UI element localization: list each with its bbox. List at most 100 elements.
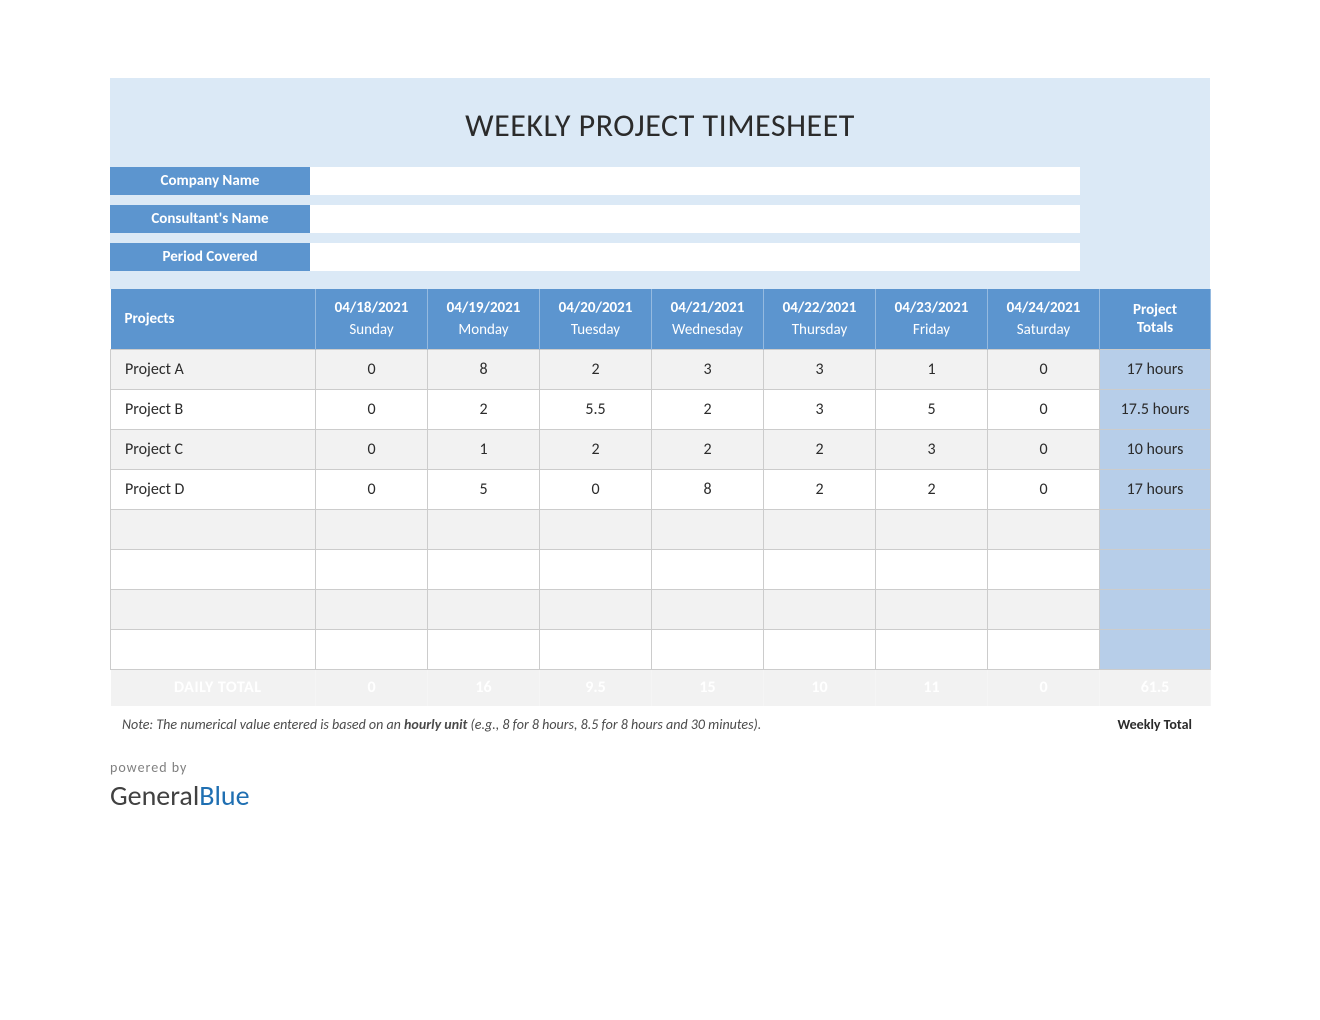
table-row bbox=[111, 550, 1211, 590]
hours-cell[interactable]: 1 bbox=[876, 350, 988, 390]
note-row: Note: The numerical value entered is bas… bbox=[110, 716, 1210, 733]
hours-cell[interactable]: 0 bbox=[988, 470, 1100, 510]
weekly-total-label: Weekly Total bbox=[1117, 716, 1210, 733]
hours-cell[interactable]: 2 bbox=[876, 470, 988, 510]
period-input[interactable] bbox=[310, 243, 1080, 271]
hours-cell[interactable] bbox=[764, 550, 876, 590]
table-row: Project A082331017 hours bbox=[111, 350, 1211, 390]
project-totals-header: Project Totals bbox=[1100, 289, 1211, 350]
hours-cell[interactable] bbox=[876, 590, 988, 630]
hours-cell[interactable]: 0 bbox=[316, 430, 428, 470]
hours-cell[interactable]: 3 bbox=[764, 390, 876, 430]
project-name-cell[interactable]: Project D bbox=[111, 470, 316, 510]
col-header: 04/24/2021Saturday bbox=[988, 289, 1100, 350]
hours-cell[interactable]: 2 bbox=[764, 430, 876, 470]
daily-total-cell: 0 bbox=[316, 670, 428, 706]
hours-cell[interactable] bbox=[988, 590, 1100, 630]
hours-cell[interactable] bbox=[316, 590, 428, 630]
col-header: 04/22/2021Thursday bbox=[764, 289, 876, 350]
row-total-cell bbox=[1100, 630, 1211, 670]
hours-cell[interactable] bbox=[540, 630, 652, 670]
hours-cell[interactable]: 2 bbox=[652, 390, 764, 430]
hours-cell[interactable] bbox=[876, 630, 988, 670]
period-label: Period Covered bbox=[110, 243, 310, 271]
hours-cell[interactable] bbox=[764, 630, 876, 670]
hours-cell[interactable] bbox=[540, 510, 652, 550]
hours-cell[interactable] bbox=[652, 590, 764, 630]
hours-cell[interactable]: 5 bbox=[428, 470, 540, 510]
hours-cell[interactable]: 2 bbox=[764, 470, 876, 510]
col-header: 04/18/2021Sunday bbox=[316, 289, 428, 350]
project-name-cell[interactable] bbox=[111, 590, 316, 630]
hours-cell[interactable] bbox=[540, 590, 652, 630]
hours-cell[interactable]: 0 bbox=[988, 390, 1100, 430]
hours-cell[interactable] bbox=[316, 550, 428, 590]
project-name-cell[interactable]: Project A bbox=[111, 350, 316, 390]
table-row: Project C012223010 hours bbox=[111, 430, 1211, 470]
hours-cell[interactable] bbox=[988, 630, 1100, 670]
hours-cell[interactable] bbox=[988, 550, 1100, 590]
hours-cell[interactable] bbox=[652, 630, 764, 670]
daily-total-cell: 9.5 bbox=[540, 670, 652, 706]
company-label: Company Name bbox=[110, 167, 310, 195]
hours-cell[interactable]: 0 bbox=[316, 350, 428, 390]
row-total-cell: 17 hours bbox=[1100, 350, 1211, 390]
hours-cell[interactable] bbox=[764, 590, 876, 630]
hours-cell[interactable]: 1 bbox=[428, 430, 540, 470]
hours-cell[interactable]: 3 bbox=[652, 350, 764, 390]
hours-cell[interactable] bbox=[316, 630, 428, 670]
consultant-input[interactable] bbox=[310, 205, 1080, 233]
hours-cell[interactable]: 0 bbox=[540, 470, 652, 510]
row-total-cell bbox=[1100, 510, 1211, 550]
logo-blue: Blue bbox=[199, 778, 249, 813]
hours-cell[interactable] bbox=[428, 510, 540, 550]
table-row bbox=[111, 630, 1211, 670]
row-total-cell: 10 hours bbox=[1100, 430, 1211, 470]
powered-by-label: powered by bbox=[110, 759, 1210, 776]
hours-cell[interactable] bbox=[316, 510, 428, 550]
col-header: 04/23/2021Friday bbox=[876, 289, 988, 350]
daily-total-cell: 16 bbox=[428, 670, 540, 706]
hours-cell[interactable] bbox=[428, 630, 540, 670]
hours-cell[interactable] bbox=[764, 510, 876, 550]
hours-cell[interactable] bbox=[652, 510, 764, 550]
hours-cell[interactable]: 2 bbox=[540, 350, 652, 390]
hours-cell[interactable] bbox=[988, 510, 1100, 550]
daily-total-cell: 11 bbox=[876, 670, 988, 706]
hours-cell[interactable] bbox=[876, 510, 988, 550]
hours-cell[interactable]: 3 bbox=[876, 430, 988, 470]
hours-cell[interactable] bbox=[428, 550, 540, 590]
table-header-row: Projects 04/18/2021Sunday 04/19/2021Mond… bbox=[111, 289, 1211, 350]
period-row: Period Covered bbox=[110, 243, 1210, 271]
consultant-label: Consultant's Name bbox=[110, 205, 310, 233]
hours-cell[interactable]: 3 bbox=[764, 350, 876, 390]
hours-cell[interactable]: 2 bbox=[428, 390, 540, 430]
page-title: WEEKLY PROJECT TIMESHEET bbox=[110, 78, 1210, 167]
hours-cell[interactable]: 0 bbox=[316, 470, 428, 510]
row-total-cell: 17 hours bbox=[1100, 470, 1211, 510]
hours-cell[interactable] bbox=[876, 550, 988, 590]
logo-general: General bbox=[110, 778, 199, 813]
hours-cell[interactable]: 2 bbox=[540, 430, 652, 470]
hours-cell[interactable] bbox=[652, 550, 764, 590]
hours-cell[interactable]: 5.5 bbox=[540, 390, 652, 430]
hours-cell[interactable]: 8 bbox=[428, 350, 540, 390]
consultant-row: Consultant's Name bbox=[110, 205, 1210, 233]
hours-cell[interactable] bbox=[428, 590, 540, 630]
project-name-cell[interactable] bbox=[111, 630, 316, 670]
hours-cell[interactable]: 8 bbox=[652, 470, 764, 510]
row-total-cell bbox=[1100, 550, 1211, 590]
project-name-cell[interactable] bbox=[111, 550, 316, 590]
project-name-cell[interactable]: Project B bbox=[111, 390, 316, 430]
row-total-cell: 17.5 hours bbox=[1100, 390, 1211, 430]
hours-cell[interactable]: 2 bbox=[652, 430, 764, 470]
hours-cell[interactable]: 0 bbox=[316, 390, 428, 430]
project-name-cell[interactable] bbox=[111, 510, 316, 550]
logo: GeneralBlue bbox=[110, 778, 1210, 813]
hours-cell[interactable]: 0 bbox=[988, 430, 1100, 470]
hours-cell[interactable]: 0 bbox=[988, 350, 1100, 390]
company-input[interactable] bbox=[310, 167, 1080, 195]
hours-cell[interactable] bbox=[540, 550, 652, 590]
project-name-cell[interactable]: Project C bbox=[111, 430, 316, 470]
hours-cell[interactable]: 5 bbox=[876, 390, 988, 430]
